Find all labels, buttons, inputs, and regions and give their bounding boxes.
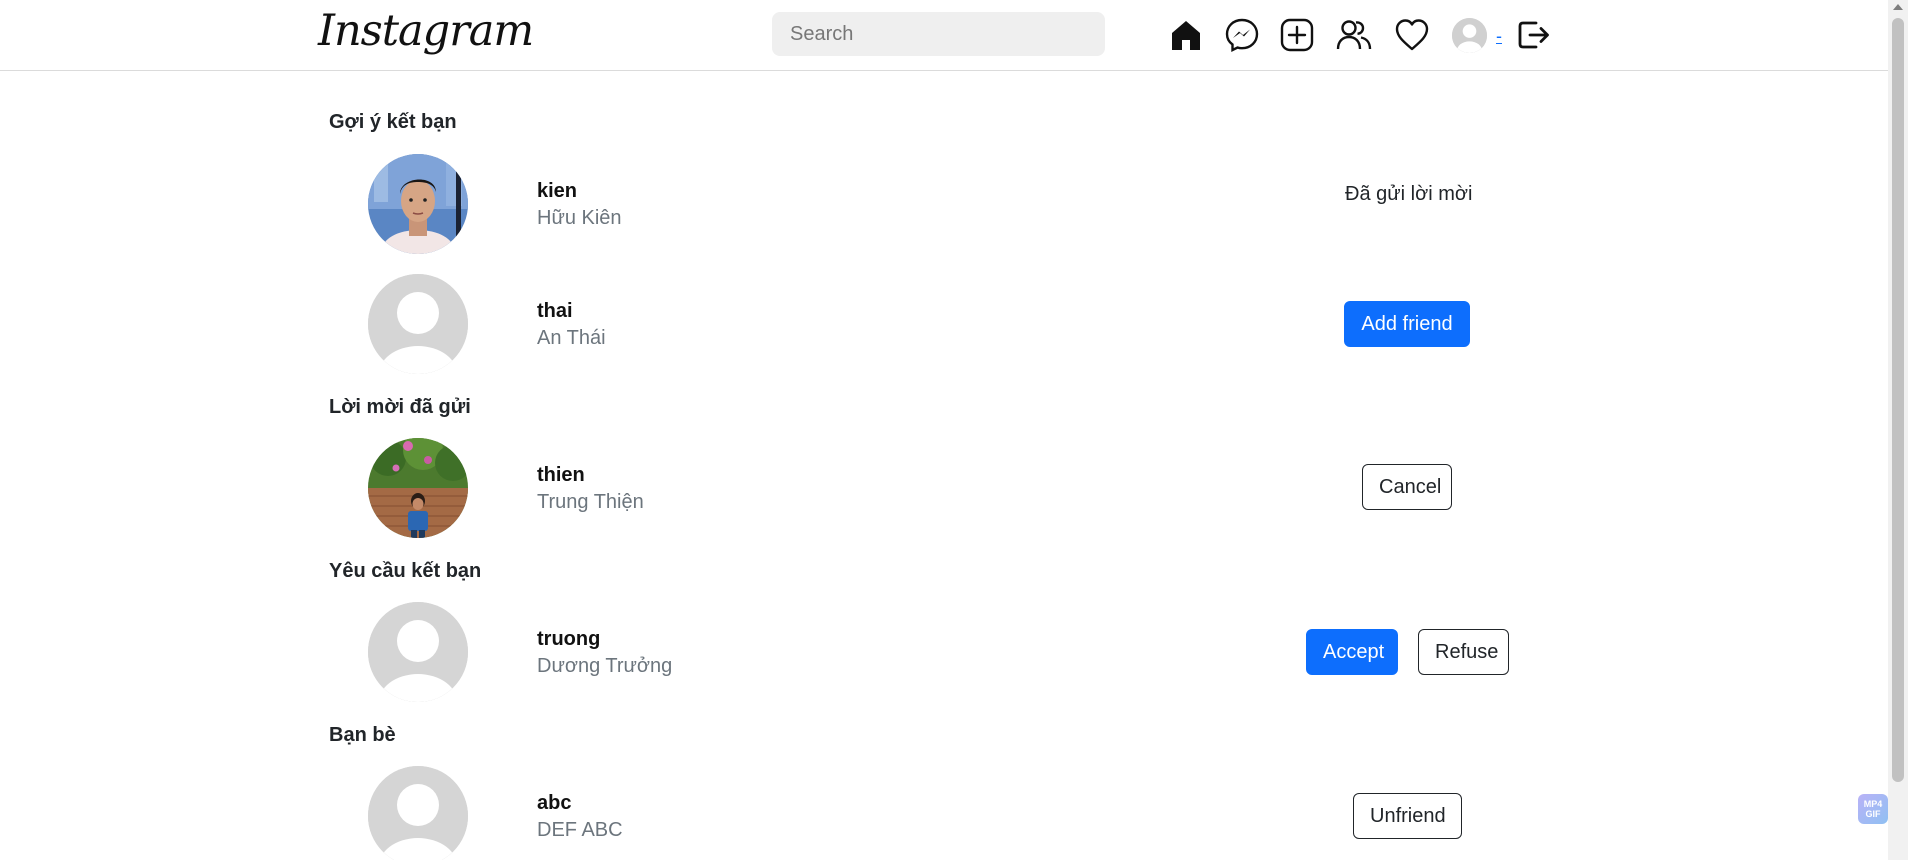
- section-title-sent: Lời mời đã gửi: [329, 396, 471, 418]
- refuse-button[interactable]: Refuse: [1418, 629, 1509, 675]
- logout-icon[interactable]: [1516, 17, 1552, 53]
- full-name: Dương Trưởng: [537, 655, 673, 677]
- heart-icon[interactable]: [1394, 17, 1430, 53]
- mp4-gif-badge[interactable]: MP4 GIF: [1858, 794, 1888, 824]
- avatar[interactable]: [368, 766, 468, 860]
- section-title-requests: Yêu cầu kết bạn: [329, 560, 482, 582]
- messenger-icon[interactable]: [1224, 17, 1260, 53]
- scrollbar[interactable]: [1888, 0, 1908, 860]
- avatar[interactable]: [1452, 18, 1487, 53]
- username[interactable]: thien: [537, 464, 585, 487]
- top-navbar: Instagram -: [0, 0, 1888, 71]
- avatar[interactable]: [368, 602, 468, 702]
- profile-username-link[interactable]: -: [1496, 26, 1502, 47]
- avatar[interactable]: [368, 438, 468, 538]
- avatar[interactable]: [368, 274, 468, 374]
- add-friend-button[interactable]: Add friend: [1344, 301, 1470, 347]
- scrollbar-thumb[interactable]: [1892, 18, 1904, 782]
- request-sent-status: Đã gửi lời mời: [1345, 183, 1473, 205]
- create-post-icon[interactable]: [1279, 17, 1315, 53]
- cancel-request-button[interactable]: Cancel: [1362, 464, 1452, 510]
- username[interactable]: abc: [537, 792, 571, 815]
- full-name: Trung Thiện: [537, 491, 644, 513]
- username[interactable]: truong: [537, 628, 600, 651]
- scroll-up-arrow[interactable]: [1893, 4, 1903, 10]
- instagram-logo[interactable]: Instagram: [318, 6, 534, 56]
- accept-button[interactable]: Accept: [1306, 629, 1398, 675]
- unfriend-button[interactable]: Unfriend: [1353, 793, 1462, 839]
- username[interactable]: kien: [537, 180, 577, 203]
- home-icon[interactable]: [1168, 17, 1204, 53]
- full-name: DEF ABC: [537, 819, 623, 841]
- username[interactable]: thai: [537, 300, 573, 323]
- full-name: Hữu Kiên: [537, 207, 622, 229]
- avatar[interactable]: [368, 154, 468, 254]
- section-title-friends: Bạn bè: [329, 724, 396, 746]
- friends-icon[interactable]: [1336, 17, 1372, 53]
- section-title-suggestions: Gợi ý kết bạn: [329, 111, 457, 133]
- search-input[interactable]: [772, 12, 1105, 56]
- full-name: An Thái: [537, 327, 606, 349]
- page: Instagram - Gợi ý kết bạn: [0, 0, 1908, 860]
